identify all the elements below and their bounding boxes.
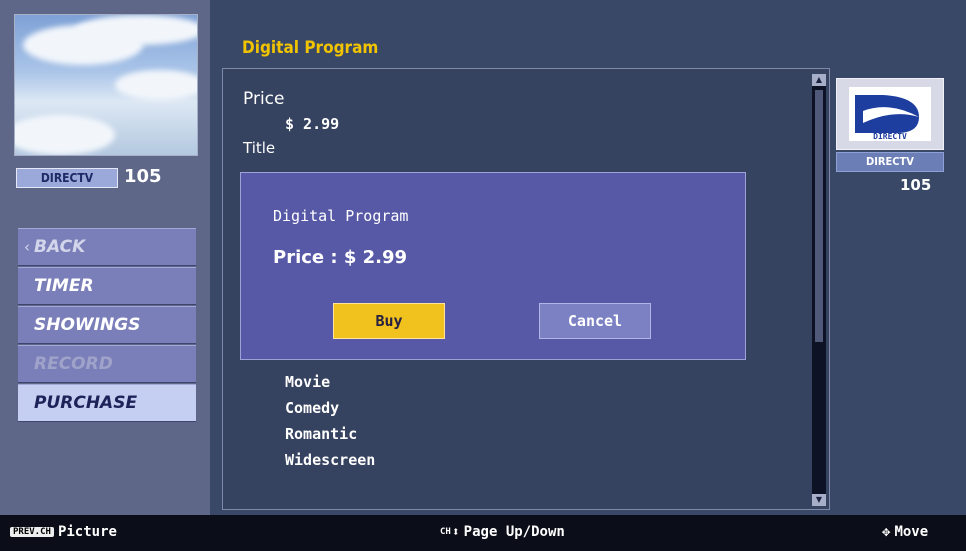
logo-badge: DIRECTV xyxy=(836,152,944,172)
picture-hint: PREV.CH Picture xyxy=(10,524,117,540)
back-menu-item[interactable]: ‹ BACK xyxy=(18,228,196,266)
picture-hint-label: Picture xyxy=(57,524,117,540)
category-item: Movie xyxy=(285,373,331,391)
category-item: Comedy xyxy=(285,399,340,417)
record-menu-item[interactable]: RECORD xyxy=(18,345,196,383)
cancel-button[interactable]: Cancel xyxy=(539,303,651,339)
scroll-up-arrow-icon[interactable]: ▲ xyxy=(812,74,826,86)
ch-key-icon: CH xyxy=(440,527,451,537)
scroll-thumb[interactable] xyxy=(815,90,823,342)
prev-ch-key-icon: PREV.CH xyxy=(10,527,54,537)
footer-hint-bar: PREV.CH Picture CH⬍ Page Up/Down ✥ Move xyxy=(0,515,966,551)
page-hint: CH⬍ Page Up/Down xyxy=(440,524,565,540)
channel-number: 105 xyxy=(124,166,162,187)
rocker-icon: ⬍ xyxy=(451,525,460,540)
logo-channel-number: 105 xyxy=(900,176,932,194)
back-label: BACK xyxy=(34,237,86,257)
showings-menu-item[interactable]: SHOWINGS xyxy=(18,306,196,344)
buy-button[interactable]: Buy xyxy=(333,303,445,339)
category-item: Widescreen xyxy=(285,451,376,469)
preview-thumbnail xyxy=(14,14,198,156)
channel-badge: DIRECTV xyxy=(16,168,118,188)
move-hint: ✥ Move xyxy=(882,524,928,540)
dialog-price: Price : $ 2.99 xyxy=(273,247,408,268)
move-hint-label: Move xyxy=(894,524,929,540)
timer-menu-item[interactable]: TIMER xyxy=(18,267,196,305)
scroll-down-arrow-icon[interactable]: ▼ xyxy=(812,494,826,506)
page-hint-label: Page Up/Down xyxy=(463,524,565,540)
price-label: Price xyxy=(243,89,285,109)
purchase-menu-item[interactable]: PURCHASE xyxy=(18,384,196,422)
logo-mark: DIRECTV xyxy=(849,87,931,141)
purchase-dialog: Digital Program Price : $ 2.99 Buy Cance… xyxy=(240,172,746,360)
category-item: Romantic xyxy=(285,425,358,443)
title-label: Title xyxy=(243,139,276,157)
dialog-title: Digital Program xyxy=(273,207,409,225)
price-value: $ 2.99 xyxy=(285,115,340,133)
dpad-arrows-icon: ✥ xyxy=(882,524,891,540)
scrollbar[interactable]: ▲ ▼ xyxy=(812,74,826,506)
directv-logo: DIRECTV xyxy=(836,78,944,150)
section-title: Digital Program xyxy=(242,38,379,58)
chevron-left-icon: ‹ xyxy=(24,238,30,256)
svg-text:DIRECTV: DIRECTV xyxy=(873,132,907,141)
